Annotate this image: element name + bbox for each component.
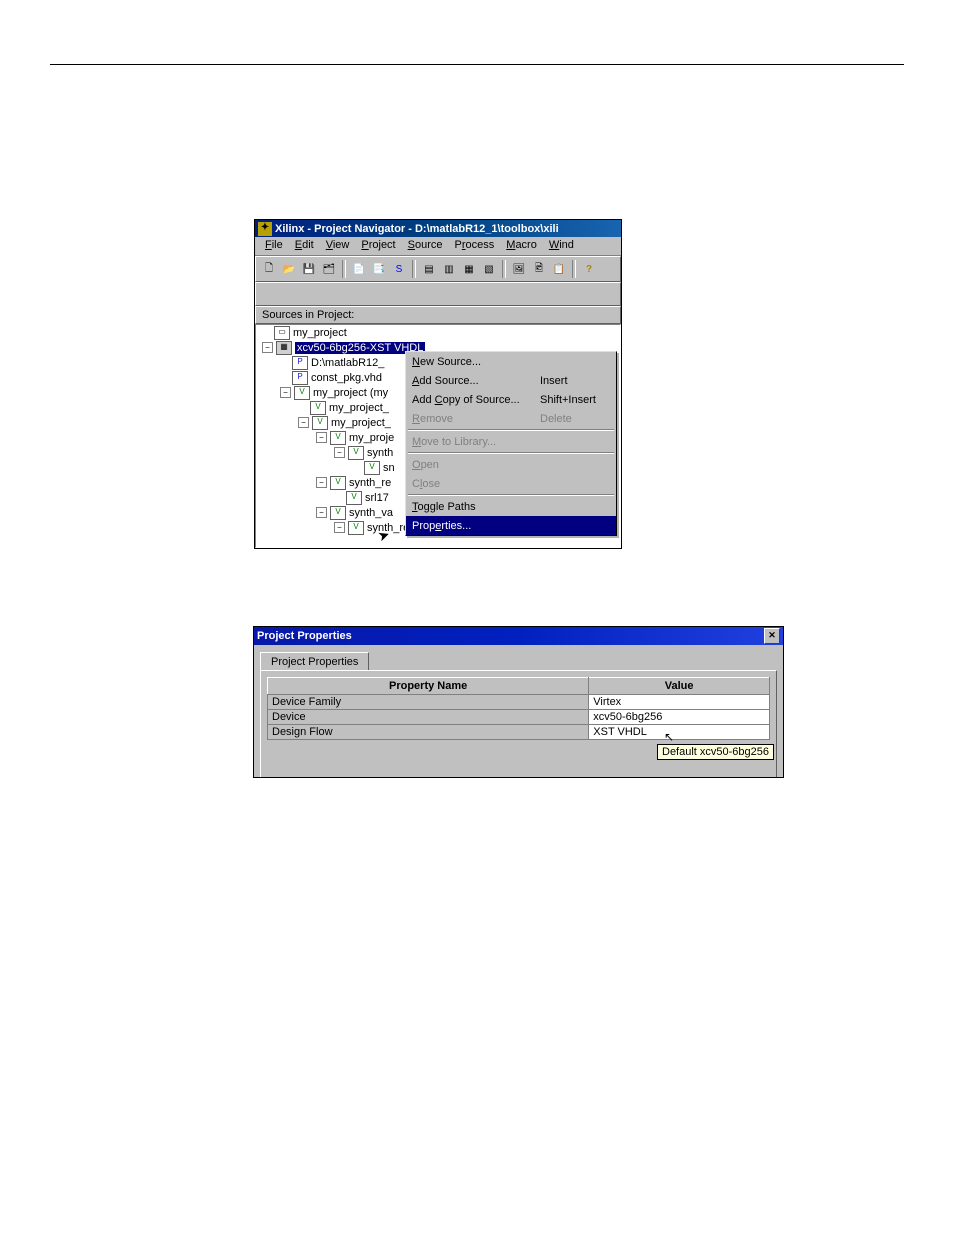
menu-edit[interactable]: Edit xyxy=(289,237,320,255)
tool-icon[interactable]: ▥ xyxy=(440,260,458,278)
close-button[interactable]: ✕ xyxy=(764,628,780,644)
vhdl-icon: V xyxy=(310,401,326,415)
menu-process[interactable]: Process xyxy=(449,237,501,255)
titlebar: ✦ Xilinx - Project Navigator - D:\matlab… xyxy=(255,220,621,237)
menu-separator xyxy=(408,494,614,496)
tree-item[interactable]: my_proje xyxy=(349,432,394,444)
dialog-title: Project Properties xyxy=(257,630,352,642)
menu-view[interactable]: View xyxy=(320,237,356,255)
tree-item[interactable]: srl17 xyxy=(365,492,389,504)
tooltip: Default xcv50-6bg256 xyxy=(657,744,774,760)
ctx-properties[interactable]: Properties... xyxy=(406,516,616,535)
tree-item[interactable]: my_project_ xyxy=(329,402,389,414)
collapse-toggle[interactable]: − xyxy=(316,477,327,488)
tree-item[interactable]: synth_va xyxy=(349,507,393,519)
vhdl-icon: V xyxy=(346,491,362,505)
tool-icon[interactable]: 🖼 xyxy=(510,260,528,278)
tool-icon[interactable]: 🖻 xyxy=(530,260,548,278)
collapse-toggle[interactable]: − xyxy=(316,432,327,443)
tree-item[interactable]: sn xyxy=(383,462,395,474)
tree-item[interactable]: my_project_ xyxy=(331,417,391,429)
vhdl-icon: V xyxy=(348,521,364,535)
project-icon: ▭ xyxy=(274,326,290,340)
open-icon[interactable]: 📂 xyxy=(280,260,298,278)
menu-window[interactable]: Wind xyxy=(543,237,580,255)
project-properties-dialog: Project Properties ✕ Project Properties … xyxy=(253,626,784,778)
sources-panel-header: Sources in Project: xyxy=(255,306,621,324)
tree-item[interactable]: D:\matlabR12_ xyxy=(311,357,384,369)
doc-icon: P xyxy=(292,371,308,385)
menu-separator xyxy=(408,429,614,431)
toolbar: 🗋 📂 💾 🗂 📄 📑 S ▤ ▥ ▦ ▧ 🖼 🖻 📋 ? xyxy=(255,256,621,282)
vhdl-icon: V xyxy=(330,506,346,520)
ctx-open: Open xyxy=(406,455,616,474)
chip-icon: ▦ xyxy=(276,341,292,355)
tree-item[interactable]: const_pkg.vhd xyxy=(311,372,382,384)
collapse-toggle[interactable]: − xyxy=(262,342,273,353)
vhdl-icon: V xyxy=(364,461,380,475)
tool-icon[interactable]: ▦ xyxy=(460,260,478,278)
ctx-toggle-paths[interactable]: Toggle Paths xyxy=(406,497,616,516)
collapse-toggle[interactable]: − xyxy=(334,522,345,533)
prop-row-design-flow[interactable]: Design Flow XST VHDL xyxy=(268,725,770,740)
new-icon[interactable]: 🗋 xyxy=(260,260,278,278)
dialog-titlebar: Project Properties ✕ xyxy=(254,627,783,645)
menu-file[interactable]: File xyxy=(259,237,289,255)
menu-macro[interactable]: Macro xyxy=(500,237,543,255)
col-property-name: Property Name xyxy=(268,678,589,695)
page-divider xyxy=(50,64,904,65)
toolbar-separator xyxy=(412,260,416,278)
collapse-toggle[interactable]: − xyxy=(316,507,327,518)
collapse-toggle[interactable]: − xyxy=(280,387,291,398)
tool-icon[interactable]: S xyxy=(390,260,408,278)
tree-item[interactable]: synth_re xyxy=(349,477,391,489)
menubar[interactable]: File Edit View Project Source Process Ma… xyxy=(255,237,621,256)
tool-icon[interactable]: 📋 xyxy=(550,260,568,278)
window-title: Xilinx - Project Navigator - D:\matlabR1… xyxy=(275,223,559,235)
ctx-add-copy[interactable]: Add Copy of Source... Shift+Insert xyxy=(406,390,616,409)
cursor-icon: ↖ xyxy=(664,730,674,744)
vhdl-icon: V xyxy=(294,386,310,400)
tool-icon[interactable]: ▤ xyxy=(420,260,438,278)
save-all-icon[interactable]: 🗂 xyxy=(320,260,338,278)
doc-icon: P xyxy=(292,356,308,370)
tree-item[interactable]: synth xyxy=(367,447,393,459)
prop-row-device[interactable]: Device xcv50-6bg256 xyxy=(268,710,770,725)
collapse-toggle[interactable]: − xyxy=(298,417,309,428)
tool-icon[interactable]: 📄 xyxy=(350,260,368,278)
toolbar-separator xyxy=(502,260,506,278)
property-grid: Property Name Value Device Family Virtex… xyxy=(260,670,777,778)
save-icon[interactable]: 💾 xyxy=(300,260,318,278)
tree-root-label[interactable]: my_project xyxy=(293,327,347,339)
prop-row-device-family[interactable]: Device Family Virtex xyxy=(268,695,770,710)
xilinx-logo-icon: ✦ xyxy=(258,222,272,236)
menu-separator xyxy=(408,452,614,454)
tool-icon[interactable]: 📑 xyxy=(370,260,388,278)
project-navigator-window: ✦ Xilinx - Project Navigator - D:\matlab… xyxy=(254,219,622,549)
vhdl-icon: V xyxy=(312,416,328,430)
vhdl-icon: V xyxy=(330,431,346,445)
ctx-remove: Remove Delete xyxy=(406,409,616,428)
menu-source[interactable]: Source xyxy=(402,237,449,255)
vhdl-icon: V xyxy=(330,476,346,490)
toolbar-separator xyxy=(572,260,576,278)
tab-project-properties[interactable]: Project Properties xyxy=(260,652,369,671)
collapse-toggle[interactable]: − xyxy=(334,447,345,458)
tool-icon[interactable]: ▧ xyxy=(480,260,498,278)
ctx-add-source[interactable]: Add Source... Insert xyxy=(406,371,616,390)
help-icon[interactable]: ? xyxy=(580,260,598,278)
ctx-new-source[interactable]: New Source... xyxy=(406,352,616,371)
tree-item[interactable]: my_project (my xyxy=(313,387,388,399)
menu-project[interactable]: Project xyxy=(355,237,401,255)
context-menu: New Source... Add Source... Insert Add C… xyxy=(405,351,617,536)
col-value: Value xyxy=(589,678,770,695)
toolbar-separator xyxy=(342,260,346,278)
ctx-move-library: Move to Library... xyxy=(406,432,616,451)
vhdl-icon: V xyxy=(348,446,364,460)
ctx-close: Close xyxy=(406,474,616,493)
